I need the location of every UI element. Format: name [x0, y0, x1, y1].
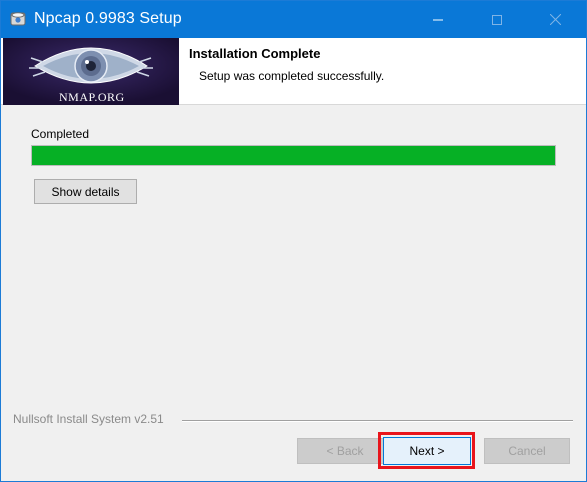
status-label: Completed — [31, 127, 90, 141]
installer-window: Npcap 0.9983 Setup NMAP.ORG Installation… — [0, 0, 587, 482]
maximize-button[interactable] — [474, 1, 520, 38]
nmap-eye-logo: NMAP.ORG — [3, 38, 179, 105]
window-title: Npcap 0.9983 Setup — [34, 10, 182, 27]
progress-bar-fill — [32, 146, 555, 165]
minimize-icon — [433, 15, 443, 25]
next-button[interactable]: Next > — [383, 437, 471, 465]
title-bar[interactable]: Npcap 0.9983 Setup — [1, 1, 586, 38]
nsis-branding: Nullsoft Install System v2.51 — [13, 412, 164, 426]
page-subtitle: Setup was completed successfully. — [199, 69, 385, 83]
minimize-button[interactable] — [415, 1, 461, 38]
installer-app-icon — [9, 10, 27, 28]
footer-divider — [182, 420, 573, 422]
cancel-button[interactable]: Cancel — [484, 438, 570, 464]
close-icon — [549, 14, 561, 25]
page-title: Installation Complete — [189, 46, 321, 61]
progress-bar — [31, 145, 556, 166]
header-banner: NMAP.ORG Installation Complete Setup was… — [1, 38, 586, 105]
show-details-button[interactable]: Show details — [34, 179, 137, 204]
maximize-icon — [492, 14, 502, 25]
banner-text: NMAP.ORG — [59, 90, 125, 104]
close-button[interactable] — [532, 1, 578, 38]
